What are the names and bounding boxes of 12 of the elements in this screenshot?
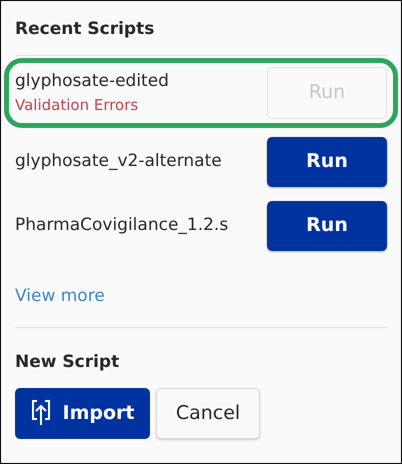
script-name: glyphosate-edited (15, 70, 169, 92)
run-button[interactable]: Run (267, 136, 387, 186)
import-button[interactable]: Import (15, 388, 150, 438)
script-name: PharmaCovigilance_1.2.s (15, 214, 228, 237)
script-name: glyphosate_v2-alternate (15, 150, 222, 173)
run-button[interactable]: Run (267, 200, 387, 250)
view-more-link[interactable]: View more (15, 286, 105, 306)
error-text: Validation Errors (15, 95, 138, 116)
section-title: Recent Scripts (15, 18, 156, 41)
upload-icon (30, 399, 50, 427)
section-title: New Script (15, 351, 120, 374)
cancel-button[interactable]: Cancel (156, 388, 260, 438)
